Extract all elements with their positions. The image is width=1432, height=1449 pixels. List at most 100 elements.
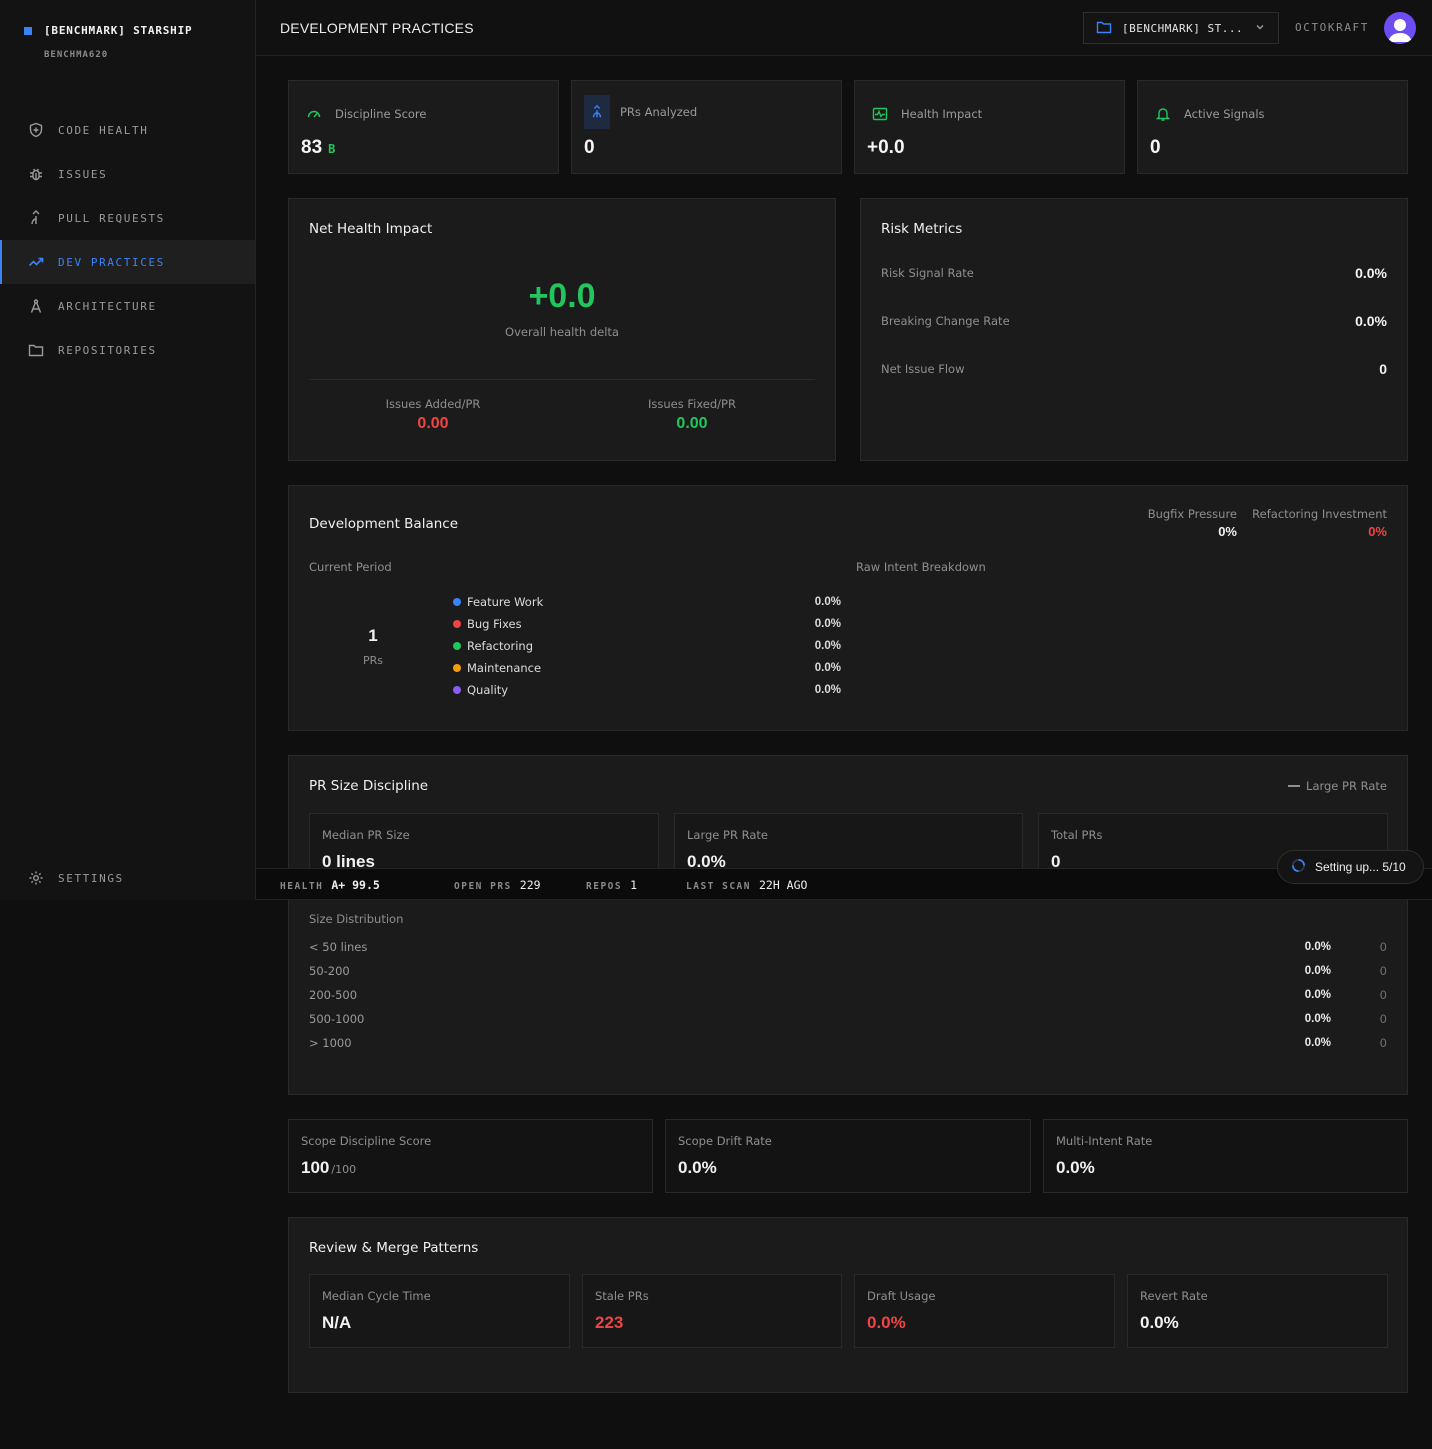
section-title: Review & Merge Patterns [309, 1240, 479, 1256]
stat-card-active-signals: Active Signals 0 [1137, 80, 1408, 174]
pr-count-value: 1 [368, 626, 378, 645]
legend-item: Refactoring 0.0% [453, 639, 841, 653]
stat-label: Health Impact [901, 107, 983, 121]
status-bar: HEALTH A+ 99.5 OPEN PRS 229 REPOS 1 LAST… [256, 868, 1432, 900]
legend-name: Refactoring [467, 639, 534, 653]
metric-label: Draft Usage [867, 1289, 936, 1303]
status-label: OPEN PRS [454, 881, 512, 892]
merge-icon [28, 210, 44, 226]
brand: [BENCHMARK] STARSHIP BENCHMA620 [24, 24, 192, 60]
pr-size-card: PR Size Discipline Large PR Rate Median … [288, 755, 1408, 1095]
compass-icon [28, 298, 44, 314]
metric-value: N/A [322, 1313, 352, 1332]
bucket-pct: 0.0% [1304, 1013, 1331, 1025]
size-distribution-row: 50-200 0.0% 0 [309, 964, 1387, 978]
bugfix-pressure: Bugfix Pressure 0% [1148, 507, 1237, 539]
workspace-name[interactable]: [BENCHMARK] STARSHIP [44, 24, 192, 37]
stat-card-prs-analyzed: PRs Analyzed 0 [571, 80, 842, 174]
chevron-down-icon [1254, 21, 1266, 36]
risk-label: Risk Signal Rate [881, 266, 974, 280]
current-period-label: Current Period [309, 560, 392, 574]
sidebar-item-pull-requests[interactable]: PULL REQUESTS [0, 196, 255, 240]
sidebar-item-settings[interactable]: SETTINGS [0, 856, 255, 900]
repo-selector[interactable]: [BENCHMARK] ST... [1083, 12, 1279, 44]
risk-value: 0.0% [1355, 313, 1387, 329]
legend-dot [453, 598, 461, 606]
raw-breakdown-label: Raw Intent Breakdown [856, 560, 986, 574]
risk-label: Breaking Change Rate [881, 314, 1010, 328]
status-value: 22H AGO [758, 878, 808, 892]
legend-item: Bug Fixes 0.0% [453, 617, 841, 631]
brand-logo-icon [24, 26, 32, 35]
issues-added-value: 0.00 [417, 415, 449, 432]
repo-selector-label: [BENCHMARK] ST... [1122, 21, 1244, 35]
setup-progress-toast[interactable]: Setting up... 5/10 [1277, 850, 1424, 884]
bugfix-pressure-label: Bugfix Pressure [1147, 507, 1237, 521]
issues-added: Issues Added/PR 0.00 [309, 397, 557, 433]
metric-label: Median PR Size [322, 828, 410, 842]
issues-added-label: Issues Added/PR [385, 397, 481, 411]
sidebar-item-label: REPOSITORIES [58, 343, 157, 357]
stat-value: 0 [1150, 137, 1161, 158]
legend-name: Maintenance [467, 661, 542, 675]
stat-card-discipline: Discipline Score 83 B [288, 80, 559, 174]
legend-name: Bug Fixes [467, 617, 522, 631]
sidebar-item-label: ISSUES [58, 167, 108, 181]
stat-label: PRs Analyzed [620, 105, 698, 119]
pulse-icon [869, 103, 891, 125]
status-label: HEALTH [280, 881, 324, 892]
risk-metrics-card: Risk Metrics Risk Signal Rate 0.0% Break… [860, 198, 1408, 461]
status-label: REPOS [586, 881, 623, 892]
bucket-label: < 50 lines [309, 940, 368, 954]
legend-name: Quality [467, 683, 509, 697]
legend-item: Feature Work 0.0% [453, 595, 841, 609]
status-value: 1 [630, 878, 638, 892]
metric-value: 100 [301, 1158, 330, 1177]
refactoring-investment-value: 0% [1368, 524, 1387, 539]
metric-label: Total PRs [1051, 828, 1103, 842]
metric-value: 223 [595, 1313, 624, 1332]
legend-value: 0.0% [814, 618, 841, 630]
scope-drift-card: Scope Drift Rate 0.0% [665, 1119, 1031, 1193]
stale-prs-card: Stale PRs 223 [582, 1274, 842, 1348]
issues-fixed-label: Issues Fixed/PR [648, 397, 736, 411]
legend-item: Quality 0.0% [453, 683, 841, 697]
bucket-count: 0 [1379, 988, 1387, 1002]
sidebar-item-architecture[interactable]: ARCHITECTURE [0, 284, 255, 328]
refactoring-investment-label: Refactoring Investment [1252, 507, 1387, 521]
sidebar-item-label: ARCHITECTURE [58, 299, 157, 313]
gauge-icon [303, 103, 325, 125]
sidebar-item-issues[interactable]: ISSUES [0, 152, 255, 196]
legend-dot [453, 620, 461, 628]
refactoring-investment: Refactoring Investment 0% [1252, 507, 1387, 539]
health-delta-value: +0.0 [528, 277, 596, 315]
legend-dot [453, 686, 461, 694]
bucket-label: > 1000 [309, 1036, 352, 1050]
trend-icon [28, 254, 44, 270]
bucket-label: 500-1000 [309, 1012, 365, 1026]
sidebar-item-code-health[interactable]: CODE HEALTH [0, 108, 255, 152]
merge-icon [584, 95, 610, 129]
sidebar-settings: SETTINGS [0, 856, 255, 900]
bucket-count: 0 [1379, 1012, 1387, 1026]
user-name[interactable]: OCTOKRAFT [1295, 21, 1369, 34]
legend-label: Large PR Rate [1306, 779, 1387, 793]
bucket-label: 200-500 [309, 988, 358, 1002]
sidebar-item-repositories[interactable]: REPOSITORIES [0, 328, 255, 372]
divider [309, 379, 815, 380]
multi-intent-card: Multi-Intent Rate 0.0% [1043, 1119, 1408, 1193]
folder-icon [1096, 19, 1112, 38]
metric-value: 0.0% [867, 1313, 906, 1332]
sidebar-item-dev-practices[interactable]: DEV PRACTICES [0, 240, 255, 284]
metric-label: Scope Discipline Score [301, 1134, 432, 1148]
grade-badge: B [328, 142, 336, 156]
avatar[interactable] [1384, 12, 1416, 44]
status-last-scan: LAST SCAN 22H AGO [686, 878, 807, 892]
bucket-count: 0 [1379, 964, 1387, 978]
metric-value: 0.0% [678, 1158, 717, 1177]
size-distribution-row: > 1000 0.0% 0 [309, 1036, 1387, 1050]
draft-usage-card: Draft Usage 0.0% [854, 1274, 1115, 1348]
sidebar: [BENCHMARK] STARSHIP BENCHMA620 CODE HEA… [0, 0, 256, 900]
workspace-sub: BENCHMA620 [44, 50, 109, 60]
status-open-prs: OPEN PRS 229 [454, 878, 541, 892]
